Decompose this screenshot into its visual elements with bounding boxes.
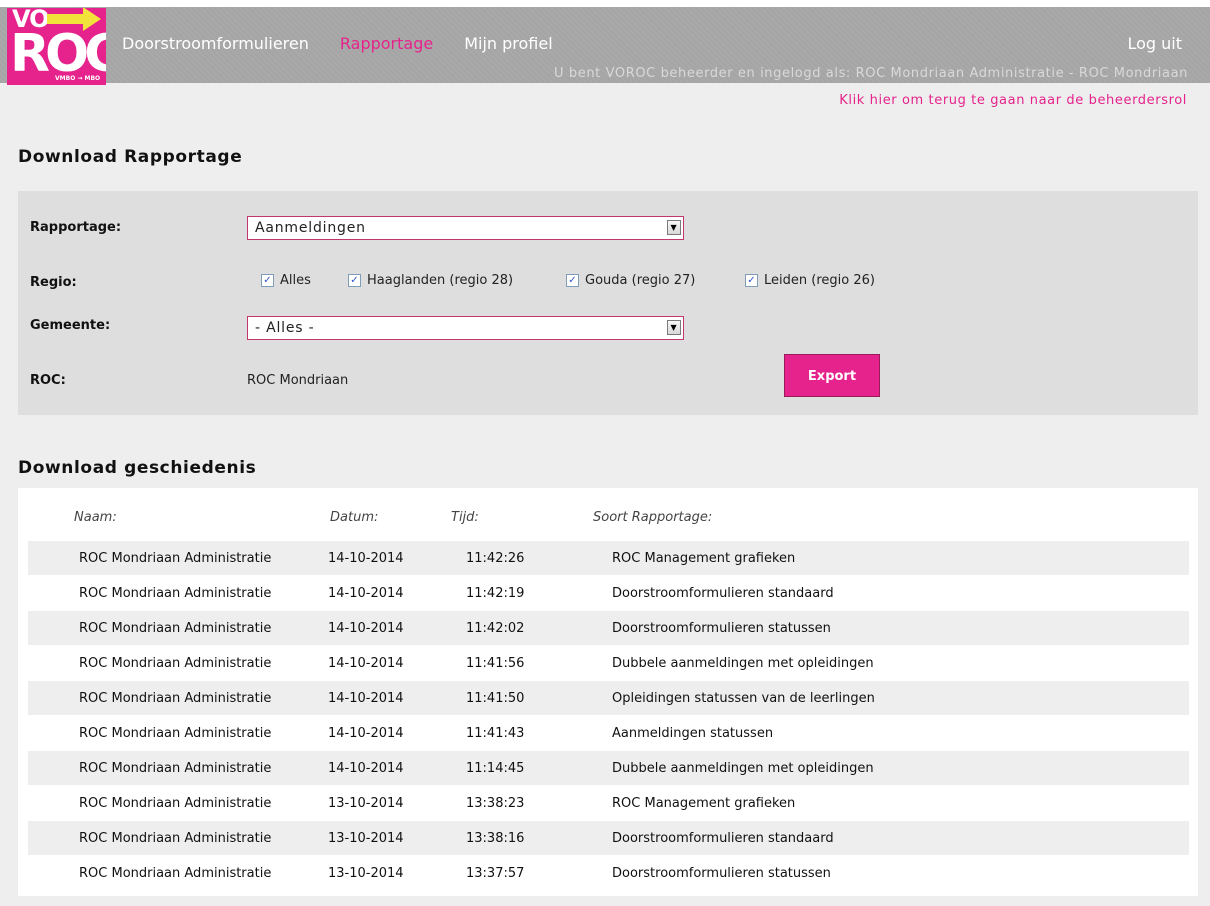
checkbox-checked-icon[interactable]: ✓ (745, 274, 758, 287)
download-panel: Rapportage: Aanmeldingen ▼ Regio: ✓ Alle… (18, 191, 1198, 415)
cell-soort: Doorstroomformulieren statussen (612, 866, 831, 881)
cell-soort: Dubbele aanmeldingen met opleidingen (612, 761, 874, 776)
nav-doorstroomformulieren[interactable]: Doorstroomformulieren (122, 34, 309, 53)
cell-datum: 13-10-2014 (328, 831, 404, 846)
column-header-tijd: Tijd: (451, 510, 479, 525)
chevron-down-icon[interactable]: ▼ (667, 320, 681, 335)
roc-value: ROC Mondriaan (247, 373, 349, 388)
regio-checkbox-haaglanden[interactable]: ✓ Haaglanden (regio 28) (348, 273, 513, 288)
table-row: ROC Mondriaan Administratie 13-10-2014 1… (28, 856, 1189, 890)
cell-naam: ROC Mondriaan Administratie (79, 761, 272, 776)
cell-tijd: 11:41:50 (466, 691, 525, 706)
cell-tijd: 11:14:45 (466, 761, 525, 776)
nav-mijn-profiel[interactable]: Mijn profiel (464, 34, 552, 53)
roc-label: ROC: (30, 373, 66, 388)
cell-tijd: 11:42:02 (466, 621, 525, 636)
main-nav: Doorstroomformulieren Rapportage Mijn pr… (122, 34, 553, 53)
regio-option-label: Alles (280, 273, 311, 288)
logout-link[interactable]: Log uit (1127, 34, 1182, 53)
cell-tijd: 11:42:26 (466, 551, 525, 566)
cell-soort: Aanmeldingen statussen (612, 726, 774, 741)
cell-datum: 14-10-2014 (328, 691, 404, 706)
rapportage-label: Rapportage: (30, 220, 122, 235)
rapportage-select[interactable]: Aanmeldingen ▼ (247, 216, 684, 240)
cell-naam: ROC Mondriaan Administratie (79, 551, 272, 566)
download-history-title: Download geschiedenis (18, 458, 257, 478)
regio-checkbox-alles[interactable]: ✓ Alles (261, 273, 311, 288)
cell-naam: ROC Mondriaan Administratie (79, 831, 272, 846)
cell-soort: Doorstroomformulieren standaard (612, 831, 834, 846)
download-rapportage-title: Download Rapportage (18, 147, 243, 167)
cell-tijd: 13:38:16 (466, 831, 525, 846)
gemeente-label: Gemeente: (30, 318, 111, 333)
cell-naam: ROC Mondriaan Administratie (79, 656, 272, 671)
table-row: ROC Mondriaan Administratie 14-10-2014 1… (28, 716, 1189, 750)
regio-option-label: Gouda (regio 27) (585, 273, 696, 288)
logo-sub: VMBO → MBO (55, 75, 101, 82)
cell-naam: ROC Mondriaan Administratie (79, 866, 272, 881)
regio-checkbox-gouda[interactable]: ✓ Gouda (regio 27) (566, 273, 695, 288)
table-row: ROC Mondriaan Administratie 14-10-2014 1… (28, 681, 1189, 715)
cell-naam: ROC Mondriaan Administratie (79, 726, 272, 741)
checkbox-checked-icon[interactable]: ✓ (261, 274, 274, 287)
voroc-logo[interactable]: VO ROC VMBO → MBO (7, 8, 106, 85)
logo-arrow-icon (47, 14, 83, 24)
cell-naam: ROC Mondriaan Administratie (79, 621, 272, 636)
cell-datum: 14-10-2014 (328, 551, 404, 566)
cell-soort: ROC Management grafieken (612, 796, 796, 811)
cell-datum: 13-10-2014 (328, 796, 404, 811)
table-row: ROC Mondriaan Administratie 14-10-2014 1… (28, 541, 1189, 575)
cell-datum: 14-10-2014 (328, 656, 404, 671)
cell-soort: ROC Management grafieken (612, 551, 796, 566)
regio-option-label: Leiden (regio 26) (764, 273, 875, 288)
chevron-down-icon[interactable]: ▼ (667, 220, 681, 235)
cell-tijd: 11:42:19 (466, 586, 525, 601)
cell-tijd: 13:37:57 (466, 866, 525, 881)
cell-datum: 14-10-2014 (328, 586, 404, 601)
top-strip (0, 0, 1210, 7)
cell-datum: 14-10-2014 (328, 761, 404, 776)
table-row: ROC Mondriaan Administratie 14-10-2014 1… (28, 751, 1189, 785)
cell-datum: 13-10-2014 (328, 866, 404, 881)
table-row: ROC Mondriaan Administratie 14-10-2014 1… (28, 646, 1189, 680)
cell-soort: Doorstroomformulieren standaard (612, 586, 834, 601)
regio-checkbox-leiden[interactable]: ✓ Leiden (regio 26) (745, 273, 875, 288)
cell-datum: 14-10-2014 (328, 726, 404, 741)
table-row: ROC Mondriaan Administratie 14-10-2014 1… (28, 611, 1189, 645)
rapportage-select-value: Aanmeldingen (255, 220, 366, 236)
cell-tijd: 13:38:23 (466, 796, 525, 811)
download-history-table: Naam: Datum: Tijd: Soort Rapportage: ROC… (18, 488, 1198, 896)
checkbox-checked-icon[interactable]: ✓ (566, 274, 579, 287)
cell-tijd: 11:41:56 (466, 656, 525, 671)
gemeente-select-value: - Alles - (255, 320, 315, 336)
table-row: ROC Mondriaan Administratie 13-10-2014 1… (28, 821, 1189, 855)
cell-soort: Dubbele aanmeldingen met opleidingen (612, 656, 874, 671)
back-to-admin-role-link[interactable]: Klik hier om terug te gaan naar de behee… (839, 93, 1187, 108)
cell-soort: Opleidingen statussen van de leerlingen (612, 691, 875, 706)
table-row: ROC Mondriaan Administratie 14-10-2014 1… (28, 576, 1189, 610)
cell-naam: ROC Mondriaan Administratie (79, 586, 272, 601)
regio-option-label: Haaglanden (regio 28) (367, 273, 514, 288)
nav-rapportage[interactable]: Rapportage (340, 34, 433, 53)
table-row: ROC Mondriaan Administratie 13-10-2014 1… (28, 786, 1189, 820)
logo-roc: ROC (10, 24, 106, 84)
regio-label: Regio: (30, 275, 77, 290)
column-header-naam: Naam: (74, 510, 117, 525)
export-button[interactable]: Export (784, 354, 880, 397)
gemeente-select[interactable]: - Alles - ▼ (247, 316, 684, 340)
cell-datum: 14-10-2014 (328, 621, 404, 636)
header-bar: Doorstroomformulieren Rapportage Mijn pr… (0, 7, 1210, 83)
cell-naam: ROC Mondriaan Administratie (79, 691, 272, 706)
cell-naam: ROC Mondriaan Administratie (79, 796, 272, 811)
column-header-soort: Soort Rapportage: (593, 510, 713, 525)
cell-tijd: 11:41:43 (466, 726, 525, 741)
checkbox-checked-icon[interactable]: ✓ (348, 274, 361, 287)
user-info: U bent VOROC beheerder en ingelogd als: … (554, 66, 1188, 81)
column-header-datum: Datum: (330, 510, 379, 525)
cell-soort: Doorstroomformulieren statussen (612, 621, 831, 636)
